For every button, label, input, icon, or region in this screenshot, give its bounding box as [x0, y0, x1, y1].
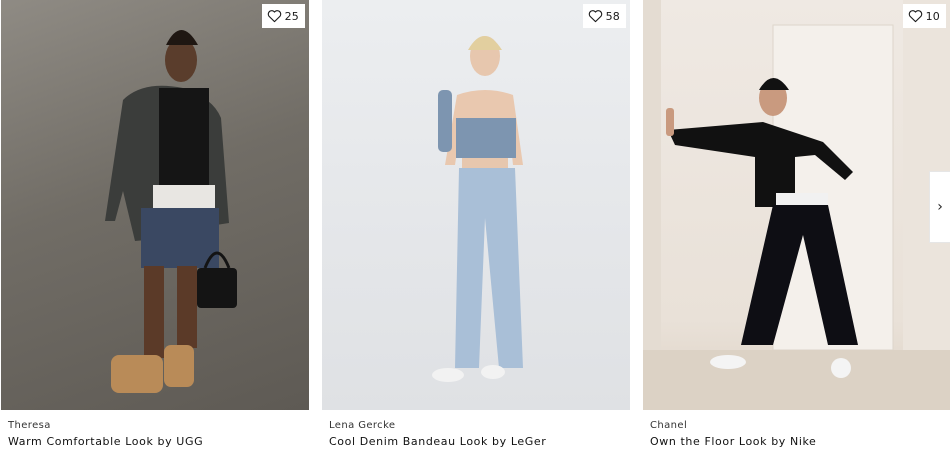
look-photo-image — [105, 30, 237, 393]
look-photo-image — [643, 0, 950, 410]
look-title[interactable]: Warm Comfortable Look by UGG — [8, 434, 309, 450]
like-button[interactable]: 10 — [902, 4, 946, 28]
look-photo[interactable]: 10 — [643, 0, 950, 410]
look-author[interactable]: Lena Gercke — [329, 419, 630, 432]
look-card[interactable]: 25 Theresa Warm Comfortable Look by UGG — [1, 0, 309, 450]
look-card[interactable]: 58 Lena Gercke Cool Denim Bandeau Look b… — [322, 0, 630, 450]
heart-outline-icon — [267, 10, 281, 23]
heart-outline-icon — [908, 10, 922, 23]
look-title[interactable]: Cool Denim Bandeau Look by LeGer — [329, 434, 630, 450]
heart-outline-icon — [588, 10, 602, 23]
look-photo[interactable]: 58 — [322, 0, 630, 410]
like-button[interactable]: 25 — [261, 4, 305, 28]
chevron-right-icon: › — [937, 199, 943, 215]
like-count: 25 — [284, 9, 299, 23]
like-count: 58 — [605, 9, 620, 23]
look-title[interactable]: Own the Floor Look by Nike — [650, 434, 950, 450]
look-meta: Lena Gercke Cool Denim Bandeau Look by L… — [322, 410, 630, 450]
like-button[interactable]: 58 — [582, 4, 626, 28]
look-author[interactable]: Chanel — [650, 419, 950, 432]
carousel-next-button[interactable]: › — [929, 171, 950, 243]
look-meta: Chanel Own the Floor Look by Nike — [643, 410, 950, 450]
look-photo-image — [432, 36, 523, 382]
look-card[interactable]: 10 Chanel Own the Floor Look by Nike — [643, 0, 950, 450]
look-meta: Theresa Warm Comfortable Look by UGG — [1, 410, 309, 450]
look-author[interactable]: Theresa — [8, 419, 309, 432]
look-photo[interactable]: 25 — [1, 0, 309, 410]
like-count: 10 — [925, 9, 940, 23]
